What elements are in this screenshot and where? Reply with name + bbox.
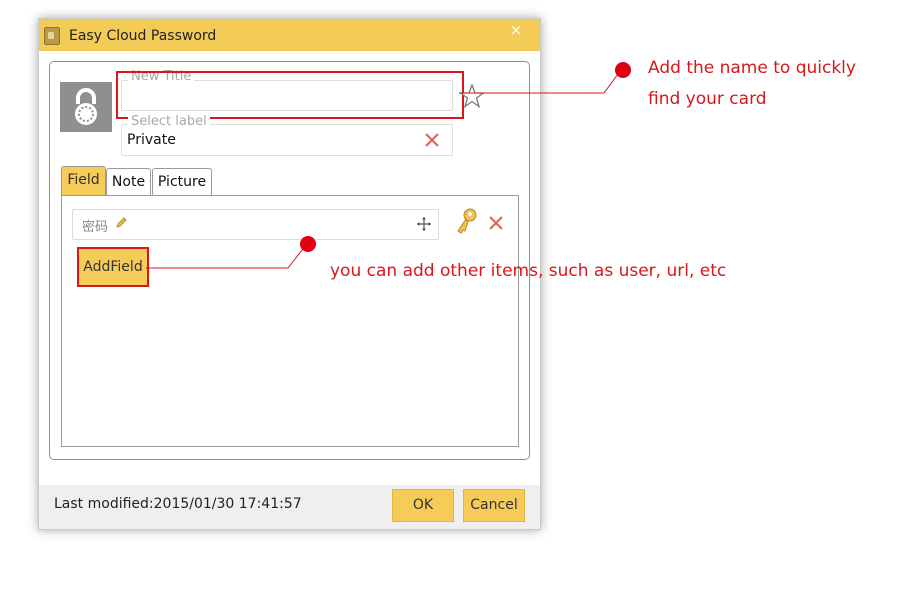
title-callout-line xyxy=(459,69,622,94)
title-callout-dot xyxy=(615,62,631,78)
title-annotation-line1: Add the name to quickly xyxy=(648,58,856,78)
field-annotation: you can add other items, such as user, u… xyxy=(330,261,727,281)
annotation-connectors xyxy=(146,62,631,269)
field-callout-line xyxy=(146,244,307,269)
title-annotation-line2: find your card xyxy=(648,89,767,109)
field-callout-dot xyxy=(300,236,316,252)
